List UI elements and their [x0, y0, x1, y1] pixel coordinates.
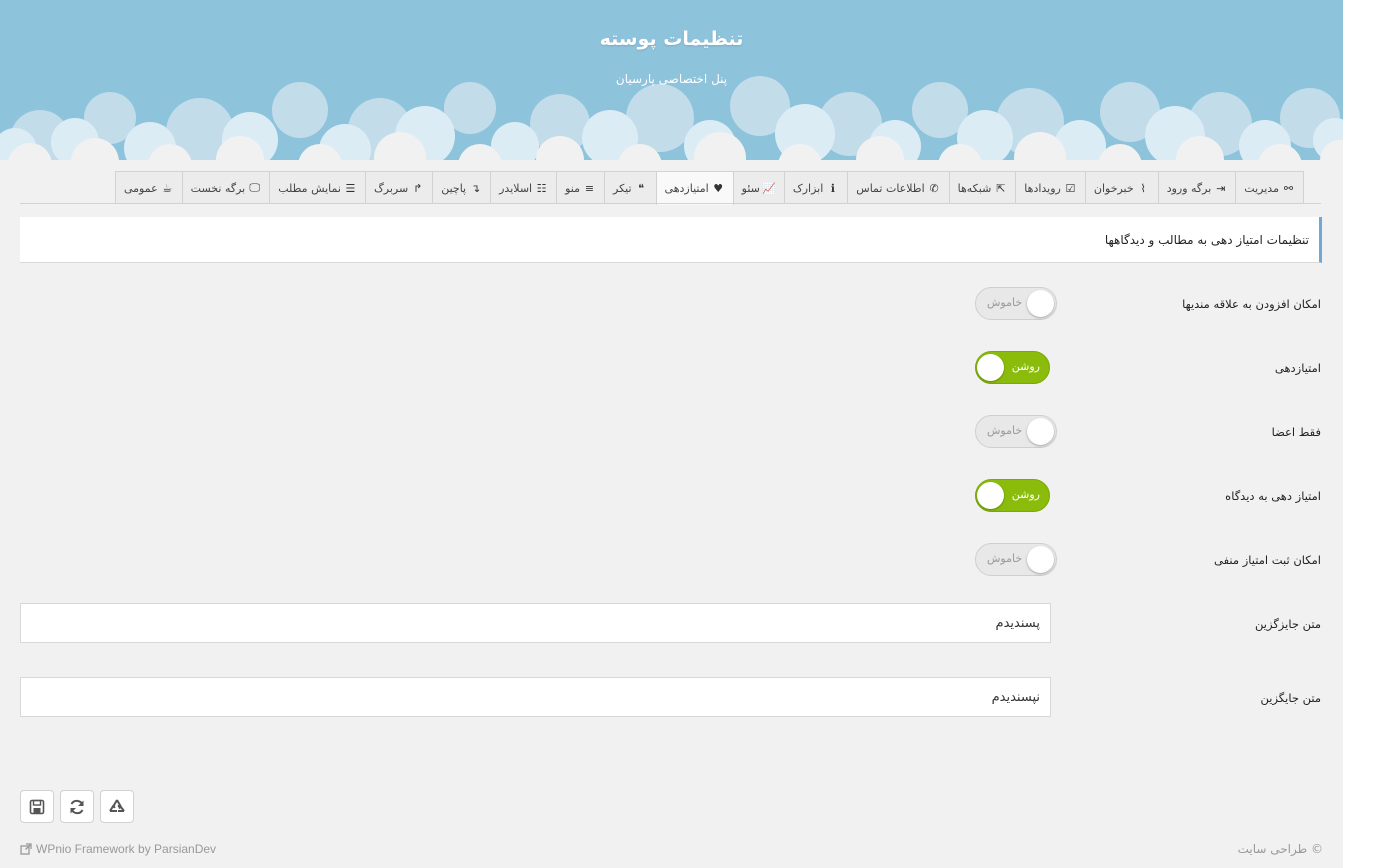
- desktop-icon: 🖵: [249, 181, 261, 194]
- tab-level-up[interactable]: ↱ سربرگ: [364, 171, 434, 204]
- footer-credit-text: WPnio Framework by ParsianDev: [36, 842, 217, 856]
- tab-heart[interactable]: ♥ امتیازدهی: [655, 171, 734, 205]
- line-chart-icon: 📈: [762, 181, 776, 195]
- heart-icon: ♥: [713, 182, 724, 195]
- tab-share-square[interactable]: ⇱ شبکه‌ها: [948, 171, 1017, 204]
- tab-align-justify[interactable]: ☰ نمایش مطلب: [269, 171, 366, 204]
- refresh-icon: [70, 799, 84, 814]
- calendar-check-icon: ☑: [1065, 181, 1076, 195]
- save-button[interactable]: [20, 790, 54, 823]
- rating-toggle[interactable]: روشن: [975, 351, 1050, 384]
- reset-button[interactable]: [100, 790, 134, 823]
- toggle-knob: [977, 354, 1004, 381]
- toggle-state-label: خاموش: [987, 424, 1023, 437]
- toggle-knob: [1027, 418, 1054, 445]
- level-down-icon: ↴: [471, 181, 481, 195]
- tab-info[interactable]: ℹ ابزارک: [783, 171, 849, 204]
- tab-phone[interactable]: ✆ اطلاعات تماس: [847, 171, 950, 204]
- phone-icon: ✆: [929, 181, 939, 195]
- setting-label: امتیاز دهی به دیدگاه: [1225, 489, 1321, 503]
- settings-panel: تنظیمات پوسته پنل اختصاصی پارسیان ☕ عمومی…: [0, 0, 1343, 868]
- dislike-text-input[interactable]: [20, 677, 1051, 717]
- tab-label: سئو: [741, 181, 760, 195]
- toggle-state-label: روشن: [1011, 360, 1040, 373]
- setting-label: فقط اعضا: [1271, 425, 1321, 439]
- page-subtitle: پنل اختصاصی پارسیان: [615, 72, 728, 86]
- tab-label: رویدادها: [1024, 181, 1061, 195]
- bars-icon: ≡: [584, 181, 595, 195]
- quote-icon: ❝: [638, 181, 644, 195]
- section-title: تنظیمات امتیاز دهی به مطالب و دیدگاهها: [1104, 232, 1309, 247]
- toggle-state-label: خاموش: [987, 552, 1023, 565]
- header-banner: تنظیمات پوسته پنل اختصاصی پارسیان: [0, 0, 1343, 160]
- coffee-icon: ☕: [162, 181, 173, 195]
- info-icon: ℹ: [830, 181, 835, 195]
- rss-icon: ⌇: [1140, 181, 1146, 195]
- external-link-icon: [20, 843, 32, 855]
- tab-label: اطلاعات تماس: [856, 181, 925, 195]
- tab-label: خبرخوان: [1093, 181, 1134, 195]
- tab-label: منو: [565, 181, 580, 195]
- tab-bar-divider: [20, 203, 1321, 204]
- members-only-toggle[interactable]: خاموش: [975, 415, 1057, 448]
- setting-label: امتیازدهی: [1274, 361, 1321, 375]
- toggle-knob: [977, 482, 1004, 509]
- tab-label: عمومی: [124, 181, 158, 195]
- footer-credit[interactable]: WPnio Framework by ParsianDev: [20, 842, 216, 856]
- tab-label: شبکه‌ها: [957, 181, 992, 195]
- field-label: متن جایگزین: [1260, 691, 1321, 705]
- tab-calendar-check[interactable]: ☑ رویدادها: [1015, 171, 1086, 204]
- tab-label: ابزارک: [792, 181, 824, 195]
- tab-bars[interactable]: ≡ منو: [556, 171, 605, 204]
- toggle-knob: [1027, 290, 1054, 317]
- negative-rating-toggle[interactable]: خاموش: [975, 543, 1057, 576]
- favorites-toggle[interactable]: خاموش: [975, 287, 1057, 320]
- toggle-state-label: خاموش: [987, 296, 1023, 309]
- comment-rating-toggle[interactable]: روشن: [975, 479, 1050, 512]
- setting-label: امکان ثبت امتیاز منفی: [1214, 553, 1321, 567]
- page-title: تنظیمات پوسته: [599, 28, 744, 50]
- toggle-knob: [1027, 546, 1054, 573]
- sign-in-icon: ⇥: [1216, 181, 1226, 195]
- tab-label: اسلایدر: [499, 181, 533, 195]
- toggle-state-label: روشن: [1011, 488, 1040, 501]
- tab-label: مدیریت: [1244, 181, 1279, 195]
- field-label: متن جایزگزین: [1255, 617, 1321, 631]
- save-icon: [29, 799, 45, 814]
- tab-label: برگه نخست: [190, 181, 246, 195]
- tab-line-chart[interactable]: 📈 سئو: [732, 171, 785, 204]
- section-header: تنظیمات امتیاز دهی به مطالب و دیدگاهها: [20, 217, 1322, 263]
- refresh-button[interactable]: [60, 790, 94, 823]
- tab-sign-in[interactable]: ⇥ برگه ورود: [1157, 171, 1237, 204]
- tab-quote[interactable]: ❝ تیکر: [604, 171, 657, 204]
- footer-copyright: © طراحی سایت: [1237, 842, 1323, 856]
- tab-level-down[interactable]: ↴ پاچین: [432, 171, 492, 204]
- setting-label: امکان افزودن به علاقه مندیها: [1182, 297, 1321, 311]
- sliders-icon: ☷: [536, 181, 547, 195]
- recycle-icon: [109, 798, 125, 812]
- level-up-icon: ↱: [413, 181, 423, 195]
- tab-label: نمایش مطلب: [278, 181, 341, 195]
- tab-rss[interactable]: ⌇ خبرخوان: [1084, 171, 1159, 204]
- tab-label: امتیازدهی: [664, 182, 709, 195]
- tab-label: برگه ورود: [1166, 181, 1212, 195]
- tab-bar: ☕ عمومی 🖵 برگه نخست ☰ نمایش مطلب ↱ سربرگ ↴ پاچین ☷…: [115, 171, 1304, 205]
- tab-coffee[interactable]: ☕ عمومی: [115, 171, 183, 204]
- tab-label: پاچین: [441, 181, 467, 195]
- share-square-icon: ⇱: [996, 181, 1006, 195]
- binoculars-icon: ⚯: [1283, 181, 1294, 195]
- tab-binoculars[interactable]: ⚯ مدیریت: [1235, 171, 1304, 204]
- tab-label: سربرگ: [373, 181, 409, 195]
- align-justify-icon: ☰: [345, 181, 356, 195]
- tab-label: تیکر: [613, 181, 632, 195]
- tab-sliders[interactable]: ☷ اسلایدر: [490, 171, 558, 204]
- like-text-input[interactable]: [20, 603, 1051, 643]
- tab-desktop[interactable]: 🖵 برگه نخست: [181, 171, 271, 204]
